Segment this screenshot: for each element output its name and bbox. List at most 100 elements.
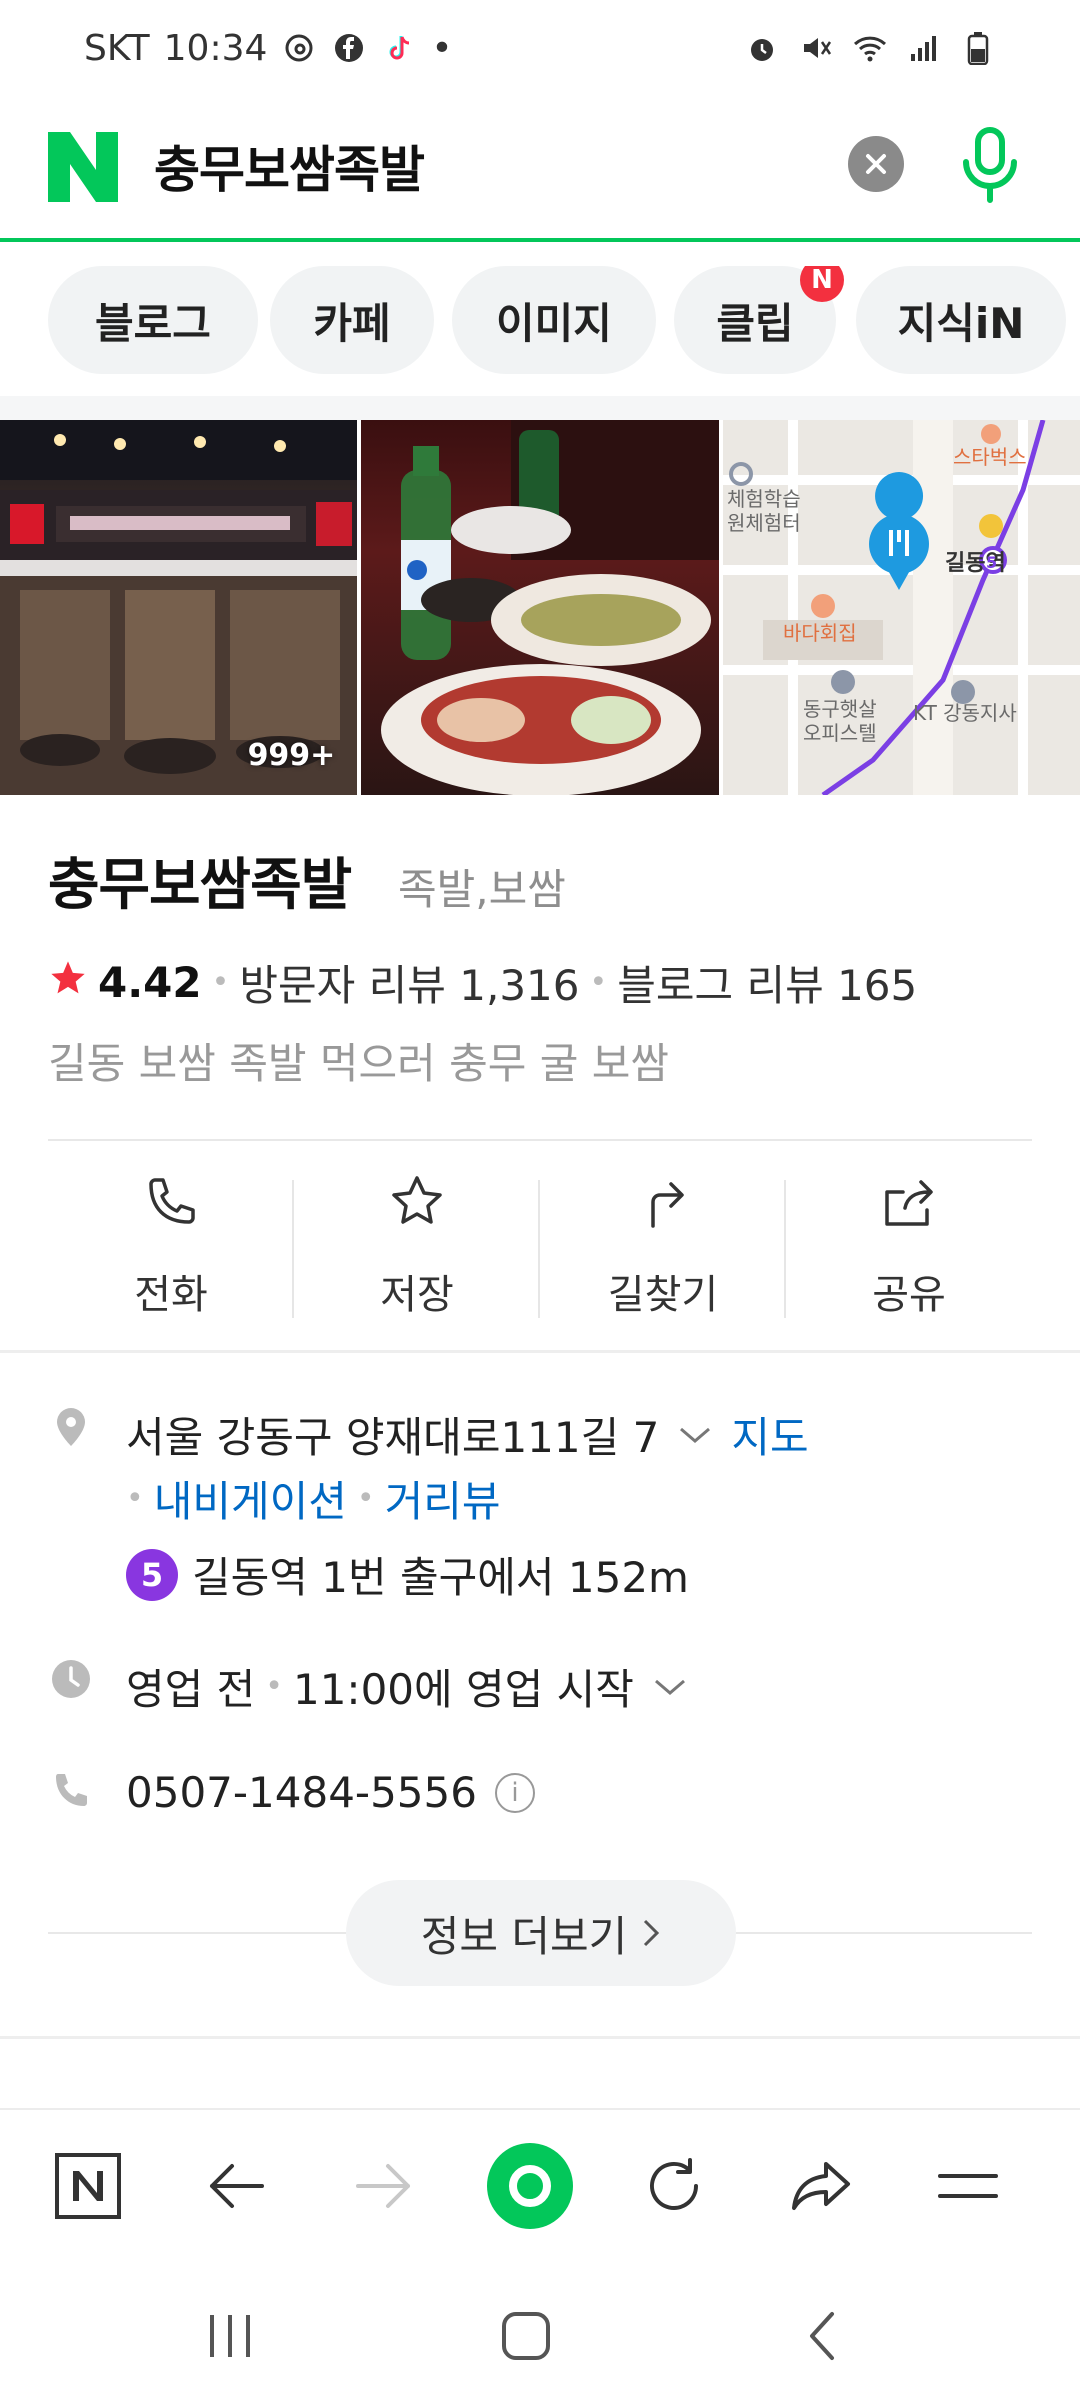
- chevron-right-icon: [641, 1917, 661, 1949]
- alarm-icon: [744, 30, 780, 66]
- arrow-right-icon: [356, 2164, 410, 2208]
- photo-strip: 999+ 스타벅스 체험학습 원체험터 길동역 바다회집 동구햇살 오피스텔 K…: [0, 420, 1080, 795]
- back-button[interactable]: [186, 2136, 286, 2236]
- storefront-photo[interactable]: 999+: [0, 420, 358, 795]
- recent-apps-icon: [210, 2315, 250, 2357]
- directions-button[interactable]: 길찾기: [540, 1170, 786, 1320]
- address-links: • 내비게이션 • 거리뷰: [126, 1468, 501, 1529]
- phone-icon: [149, 1178, 195, 1224]
- more-info-label: 정보 더보기: [420, 1911, 628, 1961]
- call-button[interactable]: 전화: [48, 1170, 294, 1320]
- status-bar: SKT 10:34 •: [0, 0, 1080, 96]
- home-button[interactable]: [486, 2296, 566, 2376]
- new-badge: N: [800, 266, 844, 302]
- tab-blog[interactable]: 블로그: [48, 266, 258, 374]
- tab-image[interactable]: 이미지: [452, 266, 656, 374]
- forward-button[interactable]: [334, 2136, 434, 2236]
- action-label: 전화: [134, 1272, 208, 1318]
- place-tagline: 길동 보쌈 족발 먹으러 충무 굴 보쌈: [48, 1039, 670, 1088]
- tab-label: 이미지: [496, 298, 612, 348]
- rating-line: 4.42 • 방문자 리뷰 1,316 • 블로그 리뷰 165: [48, 952, 917, 1013]
- naver-logo-icon[interactable]: [44, 128, 122, 206]
- navigation-link[interactable]: 내비게이션: [154, 1468, 347, 1529]
- share-button[interactable]: 공유: [786, 1170, 1032, 1320]
- share-arrow-icon: [792, 2162, 850, 2210]
- subway-line-badge: 5: [126, 1548, 178, 1601]
- star-icon: [392, 1176, 442, 1224]
- food-photo[interactable]: [361, 420, 719, 795]
- place-name: 충무보쌈족발: [48, 853, 352, 918]
- green-dot-icon: [487, 2143, 573, 2229]
- action-row: 전화 저장 길찾기 공유: [0, 1170, 1080, 1320]
- carrier-text: SKT: [84, 27, 150, 69]
- rating-value: 4.42: [98, 958, 202, 1007]
- share-page-button[interactable]: [772, 2136, 872, 2236]
- tab-label: 블로그: [95, 298, 211, 348]
- map-label: 바다회집: [783, 621, 857, 645]
- hours-text: 11:00에 영업 시작: [292, 1665, 634, 1714]
- clock-icon: [48, 1656, 94, 1702]
- subway-text: 길동역 1번 출구에서 152m: [192, 1553, 689, 1602]
- home-icon: [502, 2312, 550, 2360]
- system-back-button[interactable]: [782, 2296, 862, 2376]
- address-text: 서울 강동구 양재대로111길 7: [126, 1413, 660, 1462]
- signal-icon: [906, 30, 942, 66]
- visitor-reviews-link[interactable]: 방문자 리뷰 1,316: [239, 952, 579, 1013]
- map-link[interactable]: 지도: [731, 1404, 808, 1465]
- phone-number[interactable]: 0507-1484-5556: [126, 1768, 477, 1817]
- notification-dot: •: [431, 27, 453, 69]
- arrow-left-icon: [210, 2164, 264, 2208]
- tab-knowledge-in[interactable]: 지식iN: [856, 266, 1066, 374]
- tab-cafe[interactable]: 카페: [270, 266, 434, 374]
- threads-icon: [281, 30, 317, 66]
- green-dot-button[interactable]: [480, 2136, 580, 2236]
- microphone-icon: [963, 127, 1017, 203]
- chevron-down-icon[interactable]: [652, 1675, 688, 1699]
- system-navigation-bar: [0, 2260, 1080, 2400]
- search-tabs: 블로그 카페 이미지 클립 N 지식iN: [0, 266, 1080, 376]
- save-button[interactable]: 저장: [294, 1170, 540, 1320]
- action-label: 공유: [872, 1272, 946, 1318]
- address-line: 서울 강동구 양재대로111길 7 지도: [126, 1404, 809, 1465]
- naver-home-button[interactable]: [38, 2136, 138, 2236]
- action-label: 저장: [380, 1272, 454, 1318]
- street-view-link[interactable]: 거리뷰: [385, 1468, 501, 1529]
- tab-clip[interactable]: 클립 N: [674, 266, 844, 374]
- info-icon[interactable]: i: [494, 1772, 535, 1813]
- back-chevron-icon: [810, 2312, 834, 2360]
- map-label: 동구햇살: [803, 697, 877, 721]
- menu-button[interactable]: [918, 2136, 1018, 2236]
- share-icon: [885, 1180, 933, 1226]
- phone-icon: [48, 1768, 94, 1814]
- business-hours[interactable]: 영업 전 • 11:00에 영업 시작: [126, 1656, 688, 1717]
- map-label: 체험학습: [727, 487, 801, 511]
- tab-label: 카페: [313, 298, 391, 348]
- map-label: KT 강동지사: [913, 701, 1017, 725]
- more-info-button[interactable]: 정보 더보기: [346, 1880, 736, 1986]
- photo-count-label: 999+: [247, 738, 336, 773]
- blog-reviews-link[interactable]: 블로그 리뷰 165: [617, 952, 917, 1013]
- recent-apps-button[interactable]: [190, 2296, 270, 2376]
- divider: [48, 1139, 1032, 1141]
- battery-icon: [960, 30, 996, 66]
- tab-label: 지식iN: [897, 298, 1025, 348]
- voice-search-button[interactable]: [950, 120, 1030, 212]
- facebook-icon: [331, 30, 367, 66]
- map-label: 오피스텔: [803, 721, 877, 745]
- directions-icon: [651, 1182, 684, 1228]
- food-illustration: [381, 420, 719, 795]
- map-illustration: 스타벅스 체험학습 원체험터 길동역 바다회집 동구햇살 오피스텔 KT 강동지…: [722, 420, 1080, 795]
- section-divider: [0, 396, 1080, 420]
- clear-search-button[interactable]: [848, 136, 904, 192]
- refresh-icon: [650, 2158, 698, 2210]
- search-bar: 충무보쌈족발: [0, 110, 1080, 242]
- search-input[interactable]: 충무보쌈족발: [154, 130, 425, 202]
- refresh-button[interactable]: [624, 2136, 724, 2236]
- divider: [0, 1350, 1080, 1353]
- close-icon: [866, 154, 886, 174]
- browser-toolbar: [0, 2108, 1080, 2258]
- wifi-icon: [852, 30, 888, 66]
- map-subway-number: 5: [986, 553, 997, 572]
- location-map[interactable]: 스타벅스 체험학습 원체험터 길동역 바다회집 동구햇살 오피스텔 KT 강동지…: [722, 420, 1080, 795]
- chevron-down-icon[interactable]: [677, 1423, 713, 1447]
